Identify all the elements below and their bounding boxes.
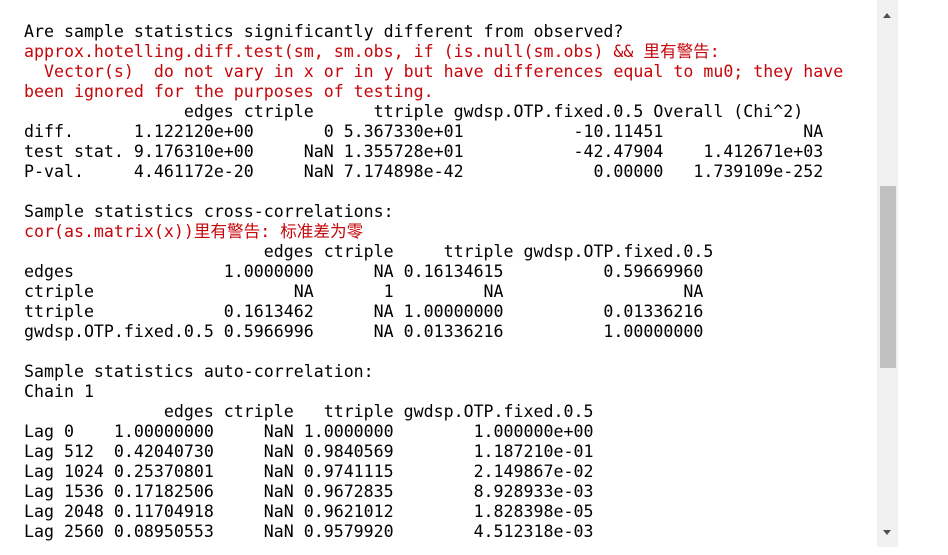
table-row: edges 1.0000000 NA 0.16134615 0.59669960 [24, 262, 704, 281]
table-row: Lag 2048 0.11704918 NaN 0.9621012 1.8283… [24, 502, 594, 521]
table-row: ctriple NA 1 NA NA [24, 282, 704, 301]
table-row: gwdsp.OTP.fixed.0.5 0.5966996 NA 0.01336… [24, 322, 704, 341]
table-row: P-val. 4.461172e-20 NaN 7.174898e-42 0.0… [24, 162, 824, 181]
console-output[interactable]: Are sample statistics significantly diff… [0, 0, 876, 555]
table-header: edges ctriple ttriple gwdsp.OTP.fixed.0.… [24, 102, 804, 121]
table-row: ttriple 0.1613462 NA 1.00000000 0.013362… [24, 302, 704, 321]
table-header: edges ctriple ttriple gwdsp.OTP.fixed.0.… [24, 242, 714, 261]
table-row: Lag 1024 0.25370801 NaN 0.9741115 2.1498… [24, 462, 594, 481]
warning-line: cor(as.matrix(x))里有警告: 标准差为零 [24, 222, 364, 241]
table-row: Lag 1536 0.17182506 NaN 0.9672835 8.9289… [24, 482, 594, 501]
scroll-down-arrow-icon[interactable] [877, 522, 898, 544]
chain-label: Chain 1 [24, 382, 94, 401]
table-header: edges ctriple ttriple gwdsp.OTP.fixed.0.… [24, 402, 594, 421]
warning-line: Vector(s) do not vary in x or in y but h… [24, 62, 844, 81]
section-heading: Sample statistics auto-correlation: [24, 362, 374, 381]
vertical-scrollbar[interactable] [877, 0, 898, 547]
console-line: Are sample statistics significantly diff… [24, 22, 624, 41]
scroll-up-arrow-icon[interactable] [877, 4, 898, 26]
table-row: Lag 0 1.00000000 NaN 1.0000000 1.000000e… [24, 422, 594, 441]
warning-line: approx.hotelling.diff.test(sm, sm.obs, i… [24, 42, 720, 61]
table-row: Lag 2560 0.08950553 NaN 0.9579920 4.5123… [24, 522, 594, 541]
table-row: Lag 512 0.42040730 NaN 0.9840569 1.18721… [24, 442, 594, 461]
table-row: test stat. 9.176310e+00 NaN 1.355728e+01… [24, 142, 824, 161]
section-heading: Sample statistics cross-correlations: [24, 202, 394, 221]
table-row: diff. 1.122120e+00 0 5.367330e+01 -10.11… [24, 122, 824, 141]
warning-line: been ignored for the purposes of testing… [24, 82, 434, 101]
scrollbar-thumb[interactable] [880, 186, 896, 368]
